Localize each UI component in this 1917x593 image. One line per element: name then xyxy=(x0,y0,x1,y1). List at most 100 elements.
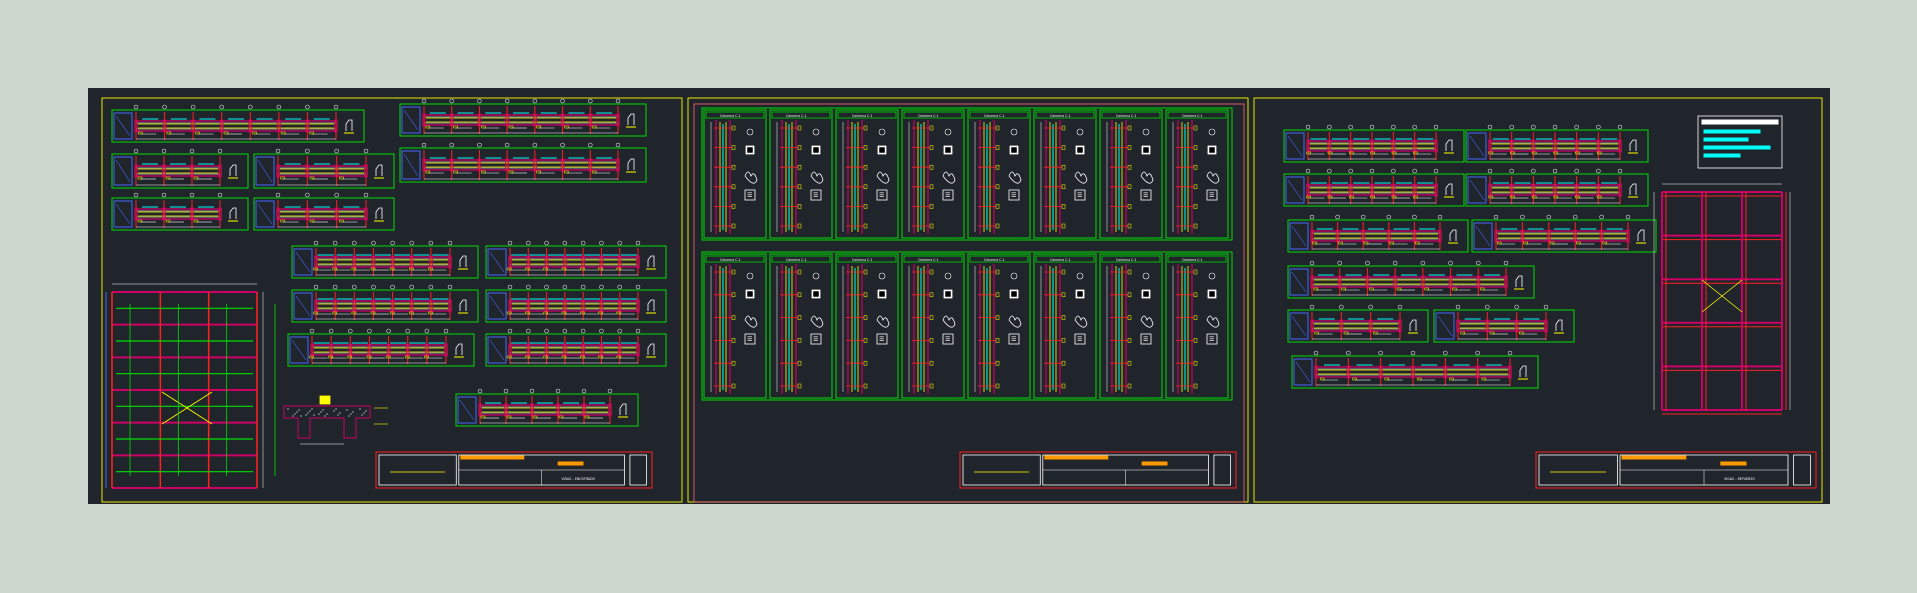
floor-mark xyxy=(797,338,802,343)
section-symbol xyxy=(619,403,627,415)
legend-glyph: ☰ xyxy=(1077,192,1082,199)
section-symbol xyxy=(647,343,655,355)
cad-drawing-svg[interactable]: VIGAS – ENCOFRADOColumna C-1☰Columna C-1… xyxy=(88,88,1830,504)
section-symbol xyxy=(1445,139,1453,151)
title-block-sheet-no xyxy=(1213,454,1231,486)
axis-bubble xyxy=(477,142,482,148)
beam-elevation-14 xyxy=(455,388,639,427)
concrete-dot xyxy=(359,408,361,410)
axis-bubble xyxy=(1531,124,1536,130)
concrete-dot xyxy=(307,412,309,414)
axis-bubble xyxy=(477,388,483,394)
cad-model-space[interactable]: VIGAS – ENCOFRADO Columna C-1 ☰ Columna C-1… xyxy=(88,88,1830,504)
axis-bubble xyxy=(617,284,622,290)
section-line xyxy=(115,203,131,225)
axis-bubble xyxy=(428,240,434,246)
axis-bubble xyxy=(189,192,195,198)
column-section-core xyxy=(1077,147,1083,153)
axis-bubble xyxy=(1378,350,1383,356)
concrete-dot xyxy=(324,415,326,417)
floor-mark xyxy=(731,383,736,389)
column-detail-bottom-6: Columna C-1 ☰ xyxy=(1099,253,1163,399)
column-title: Columna C-1 xyxy=(786,114,807,118)
floor-mark xyxy=(863,223,868,229)
axis-bubble xyxy=(1443,350,1448,356)
floor-mark xyxy=(731,269,736,275)
floor-mark xyxy=(995,383,1000,389)
floor-mark xyxy=(731,164,736,170)
axis-bubble xyxy=(580,240,586,246)
section-icon xyxy=(944,272,952,280)
axis-bubble xyxy=(615,142,621,148)
axis-bubble xyxy=(313,284,319,290)
section-line xyxy=(1469,179,1485,201)
legend-glyph: ☰ xyxy=(879,192,884,199)
column-section-core xyxy=(747,291,753,297)
concrete-dot xyxy=(322,409,324,411)
axis-bubble xyxy=(1369,124,1375,130)
section-symbol xyxy=(459,299,467,311)
axis-bubble xyxy=(1369,168,1375,174)
axis-bubble xyxy=(477,98,482,104)
column-detail-top-3: Columna C-1 ☰ xyxy=(901,109,965,239)
section-line xyxy=(489,251,505,273)
axis-bubble xyxy=(409,284,414,290)
floor-mark xyxy=(731,338,736,343)
section-icon xyxy=(1208,272,1216,280)
axis-bubble xyxy=(544,240,549,246)
section-symbol xyxy=(455,343,463,355)
column-detail-top-4: Columna C-1 ☰ xyxy=(967,109,1031,239)
title-block-sheet-no xyxy=(1793,454,1811,486)
concrete-dot xyxy=(352,411,354,413)
axis-bubble xyxy=(1503,260,1509,266)
axis-bubble xyxy=(447,284,453,290)
axis-bubble xyxy=(504,98,510,104)
beam-viewport xyxy=(1287,265,1535,299)
axis-bubble xyxy=(503,388,509,394)
floor-mark xyxy=(929,223,934,229)
floor-mark xyxy=(863,125,868,131)
rebar-mark xyxy=(453,125,458,129)
title-block-logo-cell xyxy=(378,454,457,486)
floor-mark xyxy=(1061,315,1066,320)
axis-bubble xyxy=(421,142,427,148)
axis-bubble xyxy=(1360,214,1366,220)
floor-mark xyxy=(797,360,802,366)
legend-glyph: ☰ xyxy=(813,336,818,343)
beam-viewport xyxy=(399,147,647,183)
beam-viewport xyxy=(1287,219,1469,253)
section-symbol xyxy=(1519,365,1527,377)
stair-symbol xyxy=(876,315,890,328)
stair-symbol xyxy=(1074,315,1088,328)
axis-bubble xyxy=(449,98,454,104)
rebar-mark xyxy=(195,131,200,135)
column-viewport xyxy=(901,253,965,399)
column-viewport xyxy=(769,253,833,399)
beam-viewport xyxy=(399,103,647,137)
concrete-dot xyxy=(298,409,300,411)
section-symbol xyxy=(345,119,353,131)
rebar-mark xyxy=(536,125,541,129)
axis-bubble xyxy=(1475,350,1480,356)
axis-bubble xyxy=(635,240,641,246)
floor-mark xyxy=(1061,145,1066,150)
beam-viewport xyxy=(253,153,395,189)
floor-mark xyxy=(1193,269,1198,275)
axis-bubble xyxy=(1412,168,1417,174)
floor-mark xyxy=(1127,125,1132,131)
concrete-dot xyxy=(363,412,365,414)
legend-glyph: ☰ xyxy=(1143,192,1148,199)
beam-elevation-8 xyxy=(291,240,479,279)
concrete-dot xyxy=(305,414,307,416)
beam-elevation-6 xyxy=(253,192,395,231)
legend-glyph: ☰ xyxy=(1011,192,1016,199)
beam-viewport xyxy=(1283,129,1465,163)
beam-viewport xyxy=(1287,309,1429,343)
axis-bubble xyxy=(526,328,531,334)
axis-bubble xyxy=(1531,168,1536,174)
axis-bubble xyxy=(162,104,167,110)
column-section-core xyxy=(1143,291,1149,297)
section-symbol xyxy=(1637,229,1645,241)
axis-bubble xyxy=(1327,168,1332,174)
floor-mark xyxy=(797,184,802,190)
